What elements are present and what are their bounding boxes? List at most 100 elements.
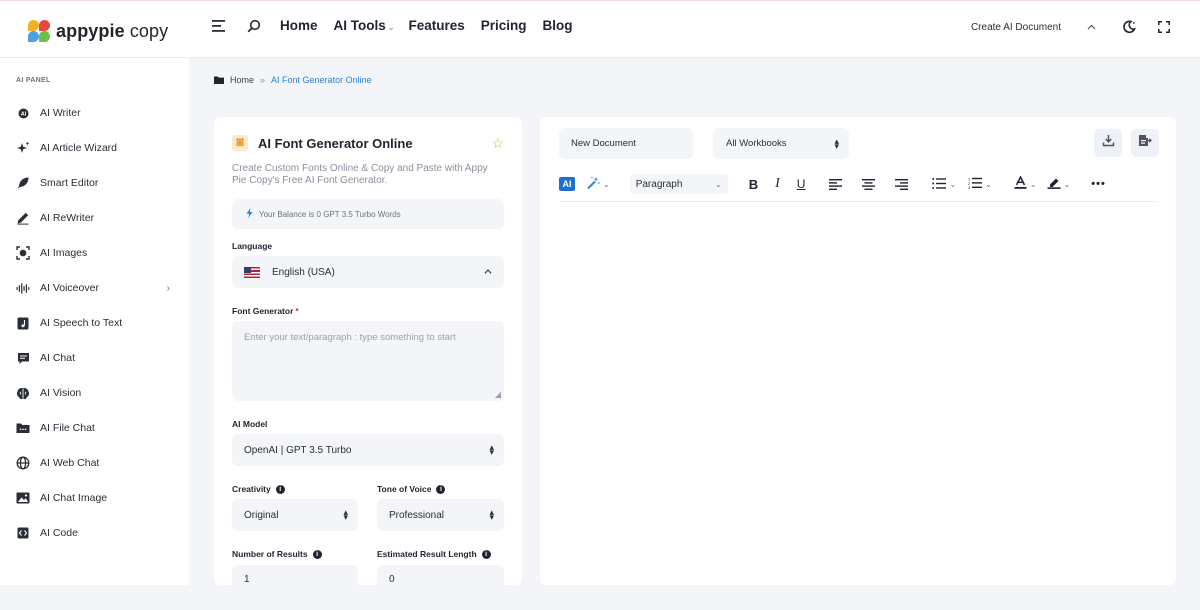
info-icon[interactable]: i <box>481 549 491 559</box>
document-name-input[interactable]: New Document <box>559 128 693 159</box>
paragraph-style-select[interactable]: Paragraph ⌄ <box>629 174 728 194</box>
folder-icon <box>214 76 224 84</box>
speech-file-icon <box>16 316 30 330</box>
appypie-logo-icon <box>28 20 50 42</box>
logo-text-bold: appypie <box>56 20 125 41</box>
bold-icon[interactable]: B <box>749 177 758 192</box>
ai-model-label: AI Model <box>232 419 267 429</box>
breadcrumb-current[interactable]: AI Font Generator Online <box>271 75 372 85</box>
nav-blog[interactable]: Blog <box>543 18 573 33</box>
bullet-list-button[interactable]: ⌄ <box>932 177 956 192</box>
workbooks-select[interactable]: All Workbooks ▴ ▾ <box>713 128 849 159</box>
nav-features[interactable]: Features <box>408 18 464 33</box>
main-nav: Home AI Tools ⌄ Features Pricing Blog <box>212 18 589 33</box>
sidebar-item-ai-article-wizard[interactable]: AI Article Wizard <box>16 138 176 158</box>
tone-select[interactable]: Professional ▴ ▾ <box>377 499 504 531</box>
create-ai-document-button[interactable]: Create AI Document <box>971 22 1061 33</box>
editor-content-area[interactable] <box>559 207 1157 577</box>
menu-toggle-icon[interactable] <box>212 19 225 32</box>
sidebar-item-label: AI Chat <box>40 352 76 364</box>
info-icon[interactable]: i <box>436 484 446 494</box>
breadcrumb: Home » AI Font Generator Online <box>214 75 372 85</box>
align-center-icon[interactable] <box>862 178 876 190</box>
download-button[interactable] <box>1094 129 1122 157</box>
language-value: English (USA) <box>272 266 335 278</box>
sidebar-panel-label: AI PANEL <box>16 77 51 84</box>
nav-pricing[interactable]: Pricing <box>481 18 527 33</box>
chevron-up-icon[interactable] <box>1087 24 1096 30</box>
paragraph-style-value: Paragraph <box>635 178 683 190</box>
image-scan-icon <box>16 246 30 260</box>
length-value: 0 <box>389 574 395 585</box>
sidebar-item-ai-writer[interactable]: AI AI Writer <box>16 103 176 123</box>
magic-wand-icon <box>586 176 600 193</box>
sidebar-item-ai-images[interactable]: AI Images <box>16 243 176 263</box>
language-select[interactable]: English (USA) <box>232 256 504 288</box>
align-left-icon[interactable] <box>829 178 843 190</box>
results-label: Number of Results i <box>232 549 322 559</box>
logo-text: appypie copy <box>56 21 168 42</box>
sidebar-item-label: AI Images <box>40 247 88 259</box>
sidebar-item-ai-voiceover[interactable]: AI Voiceover › <box>16 278 176 298</box>
favorite-star-icon[interactable]: ☆ <box>491 135 504 152</box>
info-icon[interactable]: i <box>275 484 285 494</box>
resize-handle-icon[interactable]: ◢ <box>495 390 501 399</box>
generator-form-panel: ꕤ AI Font Generator Online ☆ Create Cust… <box>214 117 522 585</box>
font-generator-label-text: Font Generator <box>232 306 294 316</box>
numbered-list-button[interactable]: 123 ⌄ <box>968 176 992 192</box>
sidebar-item-ai-code[interactable]: AI Code <box>16 523 176 543</box>
svg-text:AI: AI <box>20 111 26 117</box>
font-generator-textarea[interactable]: Enter your text/paragraph : type somethi… <box>232 321 504 401</box>
ai-model-select[interactable]: OpenAI | GPT 3.5 Turbo ▴ ▾ <box>232 434 504 466</box>
sidebar-item-label: AI ReWriter <box>40 212 95 224</box>
sidebar-item-ai-chat[interactable]: AI Chat <box>16 348 176 368</box>
sidebar-item-smart-editor[interactable]: Smart Editor <box>16 173 176 193</box>
ai-assist-button[interactable]: AI <box>559 177 575 191</box>
info-icon[interactable]: i <box>312 549 322 559</box>
text-color-icon <box>1014 175 1027 192</box>
sidebar-item-label: AI Speech to Text <box>40 317 123 329</box>
results-value: 1 <box>244 574 250 585</box>
toolbar-divider <box>559 201 1157 202</box>
tone-label: Tone of Voice i <box>377 484 446 494</box>
logo-text-light: copy <box>124 20 169 41</box>
length-label-text: Estimated Result Length <box>377 549 477 559</box>
chevron-down-icon: ⌄ <box>985 179 992 189</box>
magic-wand-button[interactable]: ⌄ <box>586 176 610 193</box>
balance-info: Your Balance is 0 GPT 3.5 Turbo Words <box>232 199 504 229</box>
sidebar-item-ai-chat-image[interactable]: AI Chat Image <box>16 488 176 508</box>
page-title: AI Font Generator Online <box>258 136 413 151</box>
tone-value: Professional <box>389 509 445 521</box>
sidebar-item-ai-rewriter[interactable]: AI ReWriter <box>16 208 176 228</box>
underline-icon[interactable]: U <box>797 177 806 191</box>
text-color-button[interactable]: ⌄ <box>1014 175 1037 192</box>
logo[interactable]: appypie copy <box>28 20 168 42</box>
nav-home[interactable]: Home <box>280 18 318 33</box>
highlight-color-button[interactable]: ⌄ <box>1047 176 1071 192</box>
chevron-down-icon: ⌄ <box>1063 179 1071 189</box>
select-arrows-icon: ▴ ▾ <box>834 135 839 151</box>
dark-mode-icon[interactable] <box>1122 20 1136 34</box>
sidebar-item-ai-vision[interactable]: AI Vision <box>16 383 176 403</box>
length-input[interactable]: 0 <box>377 565 504 585</box>
sidebar-item-ai-speech-to-text[interactable]: AI Speech to Text <box>16 313 176 333</box>
align-right-icon[interactable] <box>895 178 909 190</box>
creativity-label: Creativity i <box>232 484 285 494</box>
chevron-down-icon: ⌄ <box>1029 179 1037 189</box>
language-label-text: Language <box>232 241 273 251</box>
sidebar-item-ai-file-chat[interactable]: AI File Chat <box>16 418 176 438</box>
results-input[interactable]: 1 <box>232 565 358 585</box>
search-icon[interactable] <box>247 19 261 33</box>
chevron-down-icon: ⌄ <box>949 179 957 189</box>
save-document-button[interactable] <box>1131 129 1159 157</box>
breadcrumb-home[interactable]: Home <box>230 75 254 85</box>
more-options-icon[interactable]: ••• <box>1091 178 1106 190</box>
sidebar-item-ai-web-chat[interactable]: AI Web Chat <box>16 453 176 473</box>
nav-ai-tools-label: AI Tools <box>333 18 386 33</box>
nav-ai-tools[interactable]: AI Tools ⌄ <box>334 18 395 33</box>
sidebar: AI PANEL AI AI Writer AI Article Wizard … <box>0 58 189 585</box>
sidebar-item-label: AI Voiceover <box>40 282 99 294</box>
fullscreen-icon[interactable] <box>1158 21 1170 33</box>
italic-icon[interactable]: I <box>775 176 780 192</box>
creativity-select[interactable]: Original ▴ ▾ <box>232 499 358 531</box>
